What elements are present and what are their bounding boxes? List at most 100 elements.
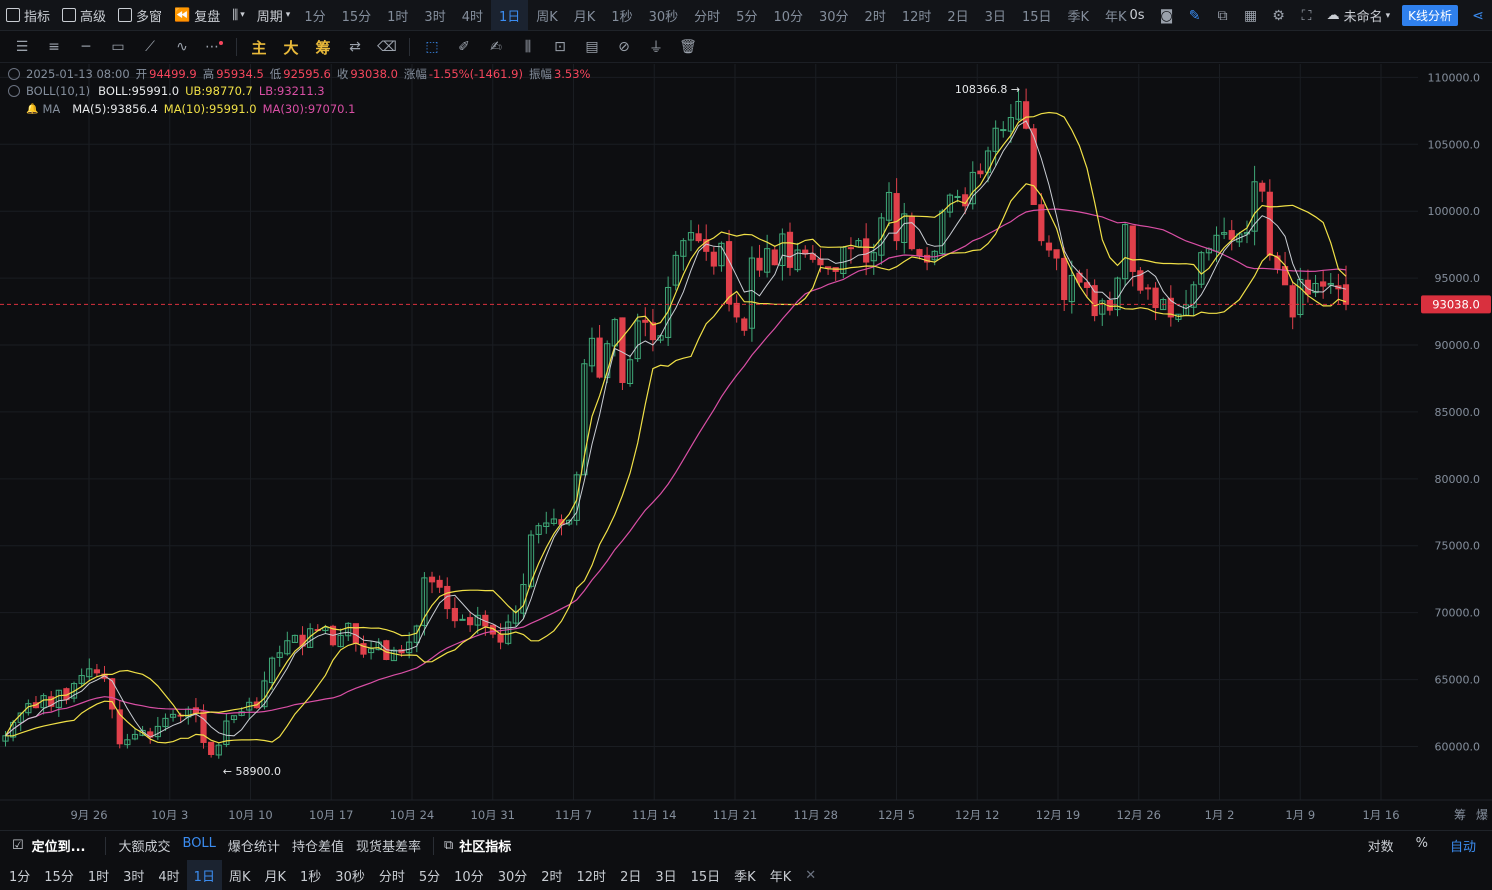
bottom-timeframe-11[interactable]: 5分: [412, 860, 447, 890]
draw-icon[interactable]: ✍: [480, 32, 512, 63]
main-chart-button[interactable]: 主: [243, 32, 275, 63]
bottom-timeframe-3[interactable]: 3时: [116, 860, 151, 890]
indicators-button[interactable]: 指标: [0, 0, 56, 31]
timeframe-14[interactable]: 2时: [857, 0, 894, 31]
bars-icon[interactable]: ⫼: [512, 32, 544, 63]
bottom-timeframe-18[interactable]: 15日: [684, 860, 728, 890]
bottom-timeframe-20[interactable]: 年K: [763, 860, 799, 890]
big-trades-button[interactable]: 大: [275, 32, 307, 63]
timeframe-6[interactable]: 周K: [528, 0, 566, 31]
bottom-timeframe-7[interactable]: 月K: [257, 860, 293, 890]
wave-icon[interactable]: ∿: [166, 32, 198, 63]
magnet-icon[interactable]: ⊘: [608, 32, 640, 63]
camera-icon[interactable]: ◙: [1153, 0, 1181, 31]
candlestick-chart[interactable]: 110000.0 105000.0 100000.0 95000.0 90000.0 85…: [0, 64, 1492, 830]
timeframe-13[interactable]: 30分: [811, 0, 857, 31]
timeframe-7[interactable]: 月K: [566, 0, 604, 31]
swap-icon[interactable]: ⇄: [339, 32, 371, 63]
bottom-timeframe-8[interactable]: 1秒: [293, 860, 328, 890]
bottom-timeframe-13[interactable]: 30分: [491, 860, 535, 890]
fullscreen-icon[interactable]: ⛶: [1293, 0, 1321, 31]
gear-icon[interactable]: ⚙: [1265, 0, 1293, 31]
bottom-timeframe-0[interactable]: 1分: [2, 860, 37, 890]
community-indicators-button[interactable]: 社区指标: [459, 836, 511, 855]
axis-corner-label: 爆: [1476, 808, 1488, 822]
bottom-timeframe-1[interactable]: 15分: [37, 860, 81, 890]
bottom-timeframe-2[interactable]: 1时: [81, 860, 116, 890]
timeframe-9[interactable]: 30秒: [641, 0, 687, 31]
timeframe-2[interactable]: 1时: [379, 0, 416, 31]
timeframe-11[interactable]: 5分: [728, 0, 765, 31]
chips-button[interactable]: 筹: [307, 32, 339, 63]
collapse-icon[interactable]: [8, 68, 20, 80]
collapse-icon[interactable]: [8, 85, 20, 97]
bottom-timeframe-12[interactable]: 10分: [447, 860, 491, 890]
advanced-button[interactable]: 高级: [56, 0, 112, 31]
bottom-timeframe-19[interactable]: 季K: [727, 860, 763, 890]
trash-icon[interactable]: 🗑: [672, 32, 704, 63]
log-scale-toggle[interactable]: 对数: [1368, 836, 1394, 855]
timeframe-18[interactable]: 15日: [1014, 0, 1060, 31]
rectangle-icon[interactable]: ▭: [102, 32, 134, 63]
percent-scale-toggle[interactable]: %: [1416, 836, 1428, 855]
close-icon[interactable]: ✕: [798, 860, 823, 890]
timeframe-19[interactable]: 季K: [1059, 0, 1097, 31]
lines-icon[interactable]: ≡: [38, 32, 70, 63]
candle-body: [428, 576, 436, 583]
timeframe-8[interactable]: 1秒: [603, 0, 640, 31]
pen-icon[interactable]: ✎: [1181, 0, 1209, 31]
timeframe-4[interactable]: 4时: [454, 0, 491, 31]
menu-icon[interactable]: ☰: [6, 32, 38, 63]
candle-type-button[interactable]: ⫼ ▾: [226, 0, 251, 31]
calculator-icon[interactable]: ▦: [1237, 0, 1265, 31]
period-dropdown[interactable]: 周期 ▾: [251, 0, 297, 31]
bottom-timeframe-15[interactable]: 12时: [570, 860, 614, 890]
bottom-timeframe-4[interactable]: 4时: [151, 860, 186, 890]
timeframe-3[interactable]: 3时: [416, 0, 453, 31]
indicator-tab-2[interactable]: 爆仓统计: [228, 836, 280, 855]
brush-icon[interactable]: ✐: [448, 32, 480, 63]
multiwin-button[interactable]: 多窗: [112, 0, 168, 31]
candle-body: [786, 231, 794, 268]
candle-body: [93, 669, 100, 674]
indicator-tab-0[interactable]: 大额成交: [118, 836, 170, 855]
timeframe-5[interactable]: 1日: [490, 0, 529, 31]
bottom-timeframe-10[interactable]: 分时: [372, 860, 412, 890]
timeframe-12[interactable]: 10分: [765, 0, 811, 31]
lock-icon[interactable]: ⊡: [544, 32, 576, 63]
share-icon[interactable]: ⋖: [1464, 0, 1492, 31]
bell-icon[interactable]: 🔔: [26, 104, 38, 115]
bottom-timeframe-9[interactable]: 30秒: [328, 860, 372, 890]
erase-icon[interactable]: ⌫: [371, 32, 403, 63]
indicator-tab-1[interactable]: BOLL: [183, 836, 216, 855]
locate-button[interactable]: 定位到...: [32, 836, 86, 855]
indicator-tabs: 大额成交 BOLL 爆仓统计 持仓差值 现货基差率: [112, 836, 426, 855]
timeframe-15[interactable]: 12时: [894, 0, 940, 31]
auto-scale-toggle[interactable]: 自动: [1450, 836, 1476, 855]
layout-dropdown[interactable]: ☁ 未命名 ▾: [1321, 0, 1397, 31]
more-icon[interactable]: ⋯: [198, 32, 230, 63]
kline-analysis-button[interactable]: K线分析: [1402, 5, 1458, 26]
note-icon[interactable]: ▤: [576, 32, 608, 63]
indicator-tab-4[interactable]: 现货基差率: [356, 836, 421, 855]
calendar-icon[interactable]: ☑: [12, 838, 24, 853]
replay-button[interactable]: ⏪ 复盘: [168, 0, 226, 31]
bottom-timeframe-6[interactable]: 周K: [222, 860, 258, 890]
select-icon[interactable]: ⬚: [416, 32, 448, 63]
timeframe-16[interactable]: 2日: [939, 0, 976, 31]
timeframe-1[interactable]: 15分: [334, 0, 380, 31]
bottom-timeframe-14[interactable]: 2时: [534, 860, 569, 890]
timeframe-10[interactable]: 分时: [686, 0, 728, 31]
bottom-timeframe-5[interactable]: 1日: [186, 860, 222, 890]
indicator-tab-3[interactable]: 持仓差值: [292, 836, 344, 855]
bottom-timeframe-16[interactable]: 2日: [613, 860, 648, 890]
ruler-icon[interactable]: ⟋: [134, 32, 166, 63]
chart-area[interactable]: 110000.0 105000.0 100000.0 95000.0 90000.0 85…: [0, 64, 1492, 830]
timeframe-0[interactable]: 1分: [296, 0, 333, 31]
filter-icon[interactable]: ⏚: [640, 32, 672, 63]
timeframe-17[interactable]: 3日: [977, 0, 1014, 31]
bottom-timeframe-17[interactable]: 3日: [648, 860, 683, 890]
edit-icon[interactable]: ⧉: [1209, 0, 1237, 31]
candle-body: [642, 319, 649, 323]
horizontal-line-icon[interactable]: ─: [70, 32, 102, 63]
